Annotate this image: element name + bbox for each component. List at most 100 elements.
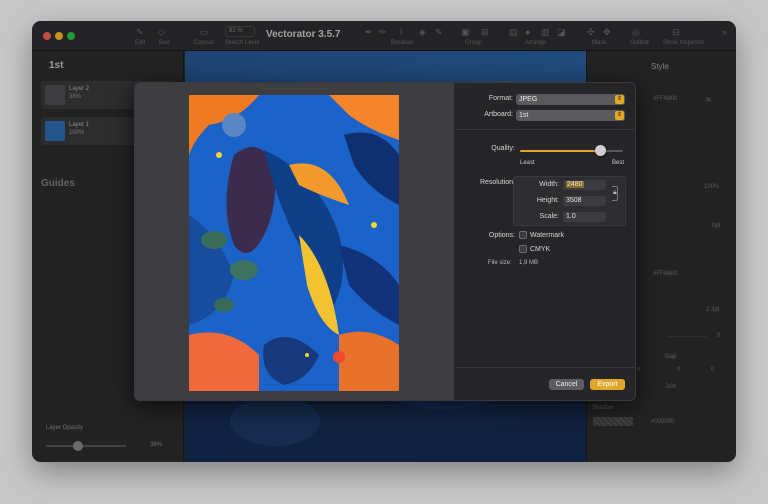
layer-thumbnail [45,85,65,105]
edit-icon[interactable]: ✎ [136,27,144,38]
pencil-icon[interactable]: ✏ [379,27,387,38]
section-divider [455,129,635,130]
height-label: Height: [536,197,559,204]
toolbar-inspector-label: Show Inspector [663,40,705,46]
shadow-color-swatch[interactable] [593,417,633,426]
filesize-value: 1,9 MB [519,260,539,266]
arrange-icon-2[interactable]: ● [525,27,530,37]
export-button[interactable]: Export [590,379,625,390]
arrange-icon-3[interactable]: ▥ [541,27,550,38]
toolbar-boolean-label: Boolean [391,40,414,46]
guides-heading: Guides [41,178,75,189]
layer-opacity-value: 38% [150,442,163,448]
stroke-width-value[interactable]: 2.3pt [706,307,719,313]
stroke-hex[interactable]: #FFA800 [653,271,677,277]
format-select[interactable]: JPEG ⇕ [516,94,625,105]
watermark-checkbox[interactable] [519,231,527,239]
shadow-hex[interactable]: #000000 [651,419,674,425]
canvas-icon[interactable]: ▭ [200,27,209,38]
filesize-label: File size: [488,260,512,266]
scale-label: Scale: [539,213,559,220]
zoom-level-select[interactable]: 82 % [225,26,255,37]
toolbar-outline-label: Outline [630,40,650,46]
width-value: 2480 [566,181,584,188]
bed-icon[interactable]: ◇ [158,27,165,38]
close-window-button[interactable] [43,32,51,40]
quality-label: Quality: [491,145,515,152]
arrange-icon-4[interactable]: ◪ [557,27,566,38]
layer-opacity: 100% [69,130,85,136]
layer-opacity-label: Layer Opacity [46,425,84,431]
export-settings-pane: Format: JPEG ⇕ Artboard: 1st ⇕ Quality: … [455,83,635,400]
select-arrows-icon: ⇕ [615,95,624,104]
layer-opacity: 38% [69,94,82,100]
outline-icon[interactable]: ◎ [632,27,640,38]
layer-thumbnail [45,121,65,141]
options-label: Options: [488,232,515,239]
resolution-label: Resolution: [479,179,515,186]
gap-value[interactable]: 0 [711,367,714,373]
group-icon[interactable]: ▣ [461,27,470,38]
style-heading: Style [651,62,669,71]
toolbar-mask-label: Mask [592,40,607,46]
zoom-window-button[interactable] [67,32,75,40]
select-arrows-icon: ⇕ [615,111,624,120]
mask-icon-1[interactable]: ✣ [587,27,595,38]
gap-value[interactable]: 0 [677,367,680,373]
dash-divider [667,336,707,337]
fill-opacity-value[interactable]: 100% [704,184,719,190]
scale-field[interactable]: 1.0 [563,212,606,222]
shape-icon[interactable]: ✎ [435,27,443,38]
toolbar-bed-label: Bed [159,40,170,46]
lock-icon[interactable]: 🔒︎ [613,189,617,197]
brush-icon[interactable]: ⌇ [399,27,403,38]
artwork-illustration [189,95,399,391]
toolbar-edit-label: Edit [135,40,146,46]
inspector-icon[interactable]: ⊟ [672,27,680,38]
cmyk-label: CMYK [530,246,551,253]
cancel-button[interactable]: Cancel [549,379,584,390]
toolbar-arrange-label: Arrange [525,40,547,46]
quality-slider-fill [520,150,601,152]
ungroup-icon[interactable]: ⊞ [481,27,489,38]
corner-value[interactable]: 0pt [712,223,720,229]
dash-value[interactable]: 0 [717,333,720,339]
expand-toolbar-icon[interactable]: » [722,27,727,37]
toolbar-group-label: Group [465,40,482,46]
gap-value[interactable]: 0 [637,367,640,373]
toolbar-sketch-label: Sketch Level [225,40,260,46]
gap-label: Gap [665,354,677,360]
artboard-title: 1st [49,60,64,71]
layer-opacity-slider[interactable] [46,445,126,447]
pen-icon[interactable]: ✒ [365,27,373,38]
watermark-label: Watermark [530,232,564,239]
format-value: JPEG [519,96,538,103]
titlebar: ✎ Edit ◇ Bed ▭ Canvas 82 % Sketch Level … [32,21,736,51]
cmyk-checkbox[interactable] [519,245,527,253]
layer-opacity-knob[interactable] [73,441,83,451]
mask-icon-2[interactable]: ✥ [603,27,611,38]
fill-hex[interactable]: #FFA800 [653,96,677,102]
export-dialog: Format: JPEG ⇕ Artboard: 1st ⇕ Quality: … [134,82,636,401]
artboard-label: Artboard: [484,111,513,118]
artboard-select[interactable]: 1st ⇕ [516,110,625,121]
join-label: Join [665,384,677,390]
toolbar-canvas-label: Canvas [194,40,215,46]
layer-name: Layer 1 [69,122,90,128]
arrange-icon-1[interactable]: ▤ [509,27,518,38]
height-field[interactable]: 3508 [563,196,606,206]
artboard-value: 1st [519,112,529,119]
minimize-window-button[interactable] [55,32,63,40]
artwork-preview [189,95,399,391]
footer-divider [455,367,635,368]
quality-max-label: Best [612,160,625,166]
layer-name: Layer 2 [69,86,90,92]
quality-slider[interactable] [520,150,623,152]
width-field[interactable]: 2480 [563,180,606,190]
node-icon[interactable]: ◈ [419,27,426,38]
width-label: Width: [539,181,559,188]
fill-toggle-icon[interactable]: ⇆ [706,96,711,103]
window-title: Vectorator 3.5.7 [266,29,341,40]
quality-min-label: Least [520,160,535,166]
quality-slider-knob[interactable] [594,145,606,156]
